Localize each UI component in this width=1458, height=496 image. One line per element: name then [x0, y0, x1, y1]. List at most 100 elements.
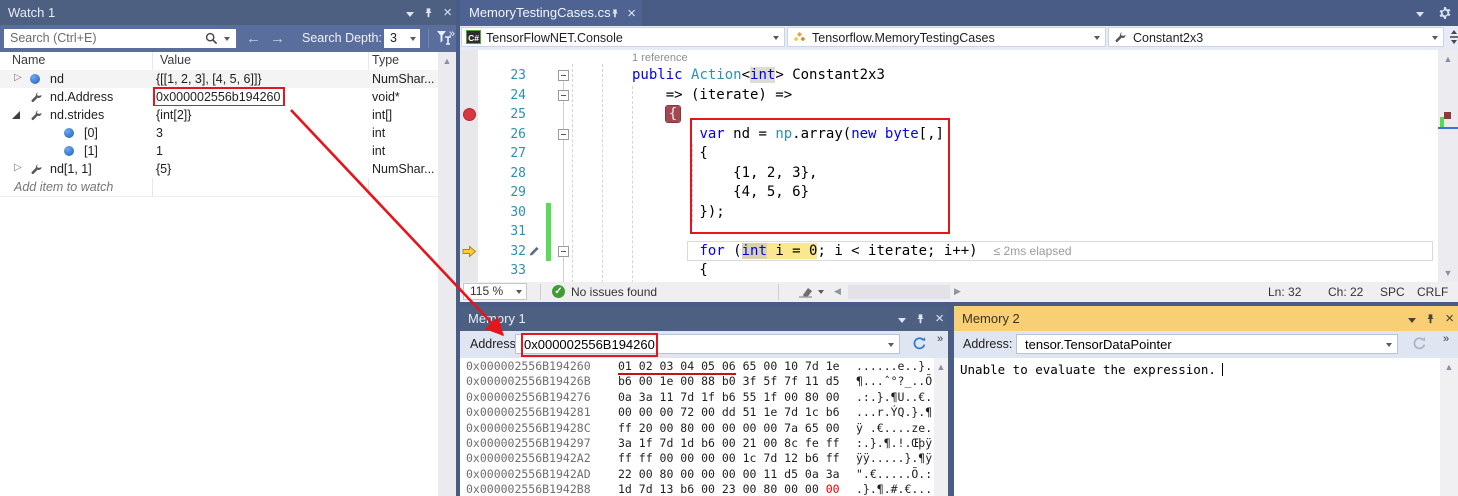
horizontal-scrollbar[interactable]: [848, 285, 950, 299]
watch-name[interactable]: [0]: [84, 126, 98, 140]
window-menu-icon[interactable]: [1408, 306, 1416, 331]
search-back-icon[interactable]: ←: [246, 25, 261, 52]
code-line[interactable]: var nd = np.array(new byte[,]: [632, 125, 944, 145]
watch-type[interactable]: NumShar...: [372, 72, 435, 86]
memory-row[interactable]: 0x000002556B19426Bb6 00 1e 00 88 b0 3f 5…: [460, 374, 934, 389]
type-dropdown[interactable]: Tensorflow.MemoryTestingCases: [787, 27, 1106, 47]
fold-collapse-icon[interactable]: [558, 129, 569, 140]
column-header-type[interactable]: Type: [372, 53, 399, 67]
memory-row[interactable]: 0x000002556B19428Cff 20 00 80 00 00 00 0…: [460, 421, 934, 436]
code-line[interactable]: {: [632, 261, 708, 281]
eraser-dropdown-icon[interactable]: [818, 290, 824, 294]
memory-row[interactable]: 0x000002556B1942973a 1f 7d 1d b6 00 21 0…: [460, 436, 934, 451]
scroll-down-icon[interactable]: ▼: [1438, 268, 1458, 278]
code-line[interactable]: {1, 2, 3},: [632, 164, 817, 184]
close-icon[interactable]: ×: [443, 5, 452, 20]
memory2-address-combo[interactable]: tensor.TensorDataPointer: [1016, 334, 1398, 354]
code-line[interactable]: => (iterate) =>: [632, 86, 792, 106]
watch-column-headers[interactable]: Name Value Type: [0, 52, 438, 71]
column-header-value[interactable]: Value: [160, 53, 191, 67]
expander-expanded-icon[interactable]: [12, 111, 20, 119]
watch-value[interactable]: 1: [156, 144, 163, 158]
split-window-icon[interactable]: [1448, 30, 1458, 44]
hscroll-left-icon[interactable]: ◀: [834, 286, 841, 297]
zoom-combo[interactable]: 115 %: [463, 283, 527, 300]
tab-memorytestingcases[interactable]: MemoryTestingCases.cs ×: [460, 0, 642, 26]
issues-status[interactable]: No issues found: [571, 285, 657, 299]
pin-icon[interactable]: [915, 313, 926, 325]
expander-collapsed-icon[interactable]: ▷: [14, 162, 22, 173]
add-watch-row[interactable]: Add item to watch: [0, 178, 438, 197]
breakpoint-icon[interactable]: [463, 108, 476, 121]
pin-icon[interactable]: [423, 7, 434, 19]
project-dropdown[interactable]: C# TensorFlowNET.Console: [461, 27, 785, 47]
eraser-icon[interactable]: [798, 286, 813, 298]
watch-row[interactable]: nd.Address 0x000002556b194260 void*: [0, 88, 438, 106]
scroll-up-icon[interactable]: ▲: [934, 362, 948, 372]
code-line[interactable]: {: [632, 144, 708, 164]
pin-icon[interactable]: [1425, 313, 1436, 325]
watch-scrollbar[interactable]: ▲: [438, 52, 456, 496]
watch-row[interactable]: ▷ nd[1, 1] {5} NumShar...: [0, 160, 438, 178]
memory-row[interactable]: 0x000002556B19428100 00 00 72 00 dd 51 1…: [460, 405, 934, 420]
memory-row[interactable]: 0x000002556B19426001 02 03 04 05 06 65 0…: [460, 359, 934, 374]
watch-type[interactable]: void*: [372, 90, 400, 104]
toolbar-overflow-icon[interactable]: »: [449, 28, 454, 40]
memory-row[interactable]: 0x000002556B1942AD22 00 80 00 00 00 00 1…: [460, 467, 934, 482]
code-line[interactable]: for (int i = 0; i < iterate; i++)≤ 2ms e…: [632, 242, 1072, 262]
expander-collapsed-icon[interactable]: ▷: [14, 72, 22, 83]
memory1-scrollbar[interactable]: ▲: [934, 358, 948, 496]
memory-row[interactable]: 0x000002556B1942A2ff ff 00 00 00 00 1c 7…: [460, 451, 934, 466]
scroll-up-icon[interactable]: ▲: [438, 56, 456, 66]
memory2-scrollbar[interactable]: ▲: [1440, 358, 1458, 496]
watch-value[interactable]: {int[2]}: [156, 108, 191, 122]
search-forward-icon[interactable]: →: [270, 25, 285, 52]
search-options-dropdown-icon[interactable]: [224, 37, 230, 41]
tab-close-icon[interactable]: ×: [627, 6, 636, 21]
column-header-name[interactable]: Name: [12, 53, 45, 67]
fold-collapse-icon[interactable]: [558, 90, 569, 101]
watch-type[interactable]: NumShar...: [372, 162, 435, 176]
close-icon[interactable]: ×: [1445, 311, 1454, 326]
search-icon[interactable]: [205, 32, 218, 45]
code-line[interactable]: {4, 5, 6}: [632, 183, 809, 203]
toolbar-overflow-icon[interactable]: »: [1443, 333, 1448, 345]
tab-pin-icon[interactable]: [610, 8, 620, 19]
watch-type[interactable]: int[]: [372, 108, 392, 122]
tab-list-icon[interactable]: [1416, 4, 1424, 22]
code-line[interactable]: });: [632, 203, 725, 223]
watch-row[interactable]: [1] 1 int: [0, 142, 438, 160]
refresh-icon[interactable]: [912, 336, 927, 351]
memory2-titlebar[interactable]: Memory 2 ×: [954, 306, 1458, 331]
watch-value[interactable]: {5}: [156, 162, 171, 176]
search-input[interactable]: Search (Ctrl+E): [4, 29, 236, 48]
memory-row[interactable]: 0x000002556B1942B81d 7d 13 b6 00 23 00 8…: [460, 482, 934, 496]
watch-value[interactable]: 3: [156, 126, 163, 140]
fold-collapse-icon[interactable]: [558, 70, 569, 81]
watch-type[interactable]: int: [372, 144, 385, 158]
memory-row[interactable]: 0x000002556B1942760a 3a 11 7d 1f b6 55 1…: [460, 390, 934, 405]
toolbar-overflow-icon[interactable]: »: [937, 333, 942, 345]
search-depth-combo[interactable]: 3: [384, 29, 420, 48]
memory1-titlebar[interactable]: Memory 1 ×: [460, 306, 948, 331]
watch-name[interactable]: nd.strides: [50, 108, 104, 122]
window-menu-icon[interactable]: [898, 306, 906, 331]
gear-icon[interactable]: [1438, 6, 1452, 20]
watch-name[interactable]: [1]: [84, 144, 98, 158]
editor-vertical-scrollbar[interactable]: ▲ ▼: [1438, 50, 1458, 282]
code-area[interactable]: 1 reference 23public Action<int> Constan…: [460, 50, 1458, 282]
watch-value[interactable]: 0x000002556b194260: [156, 90, 282, 104]
scroll-up-icon[interactable]: ▲: [1438, 54, 1458, 64]
watch-name[interactable]: nd[1, 1]: [50, 162, 92, 176]
watch-type[interactable]: int: [372, 126, 385, 140]
watch-value[interactable]: {[[1, 2, 3], [4, 5, 6]]}: [156, 72, 262, 86]
code-line[interactable]: public Action<int> Constant2x3: [632, 66, 885, 86]
watch-name[interactable]: nd.Address: [50, 90, 113, 104]
member-dropdown[interactable]: Constant2x3: [1108, 27, 1444, 47]
hscroll-right-icon[interactable]: ▶: [954, 286, 961, 297]
watch-row[interactable]: nd.strides {int[2]} int[]: [0, 106, 438, 124]
window-menu-icon[interactable]: [406, 0, 414, 25]
memory1-address-combo[interactable]: 0x000002556B194260: [515, 334, 900, 354]
memory1-hex-dump[interactable]: 0x000002556B19426001 02 03 04 05 06 65 0…: [460, 359, 934, 496]
watch-titlebar[interactable]: Watch 1 ×: [0, 0, 456, 25]
